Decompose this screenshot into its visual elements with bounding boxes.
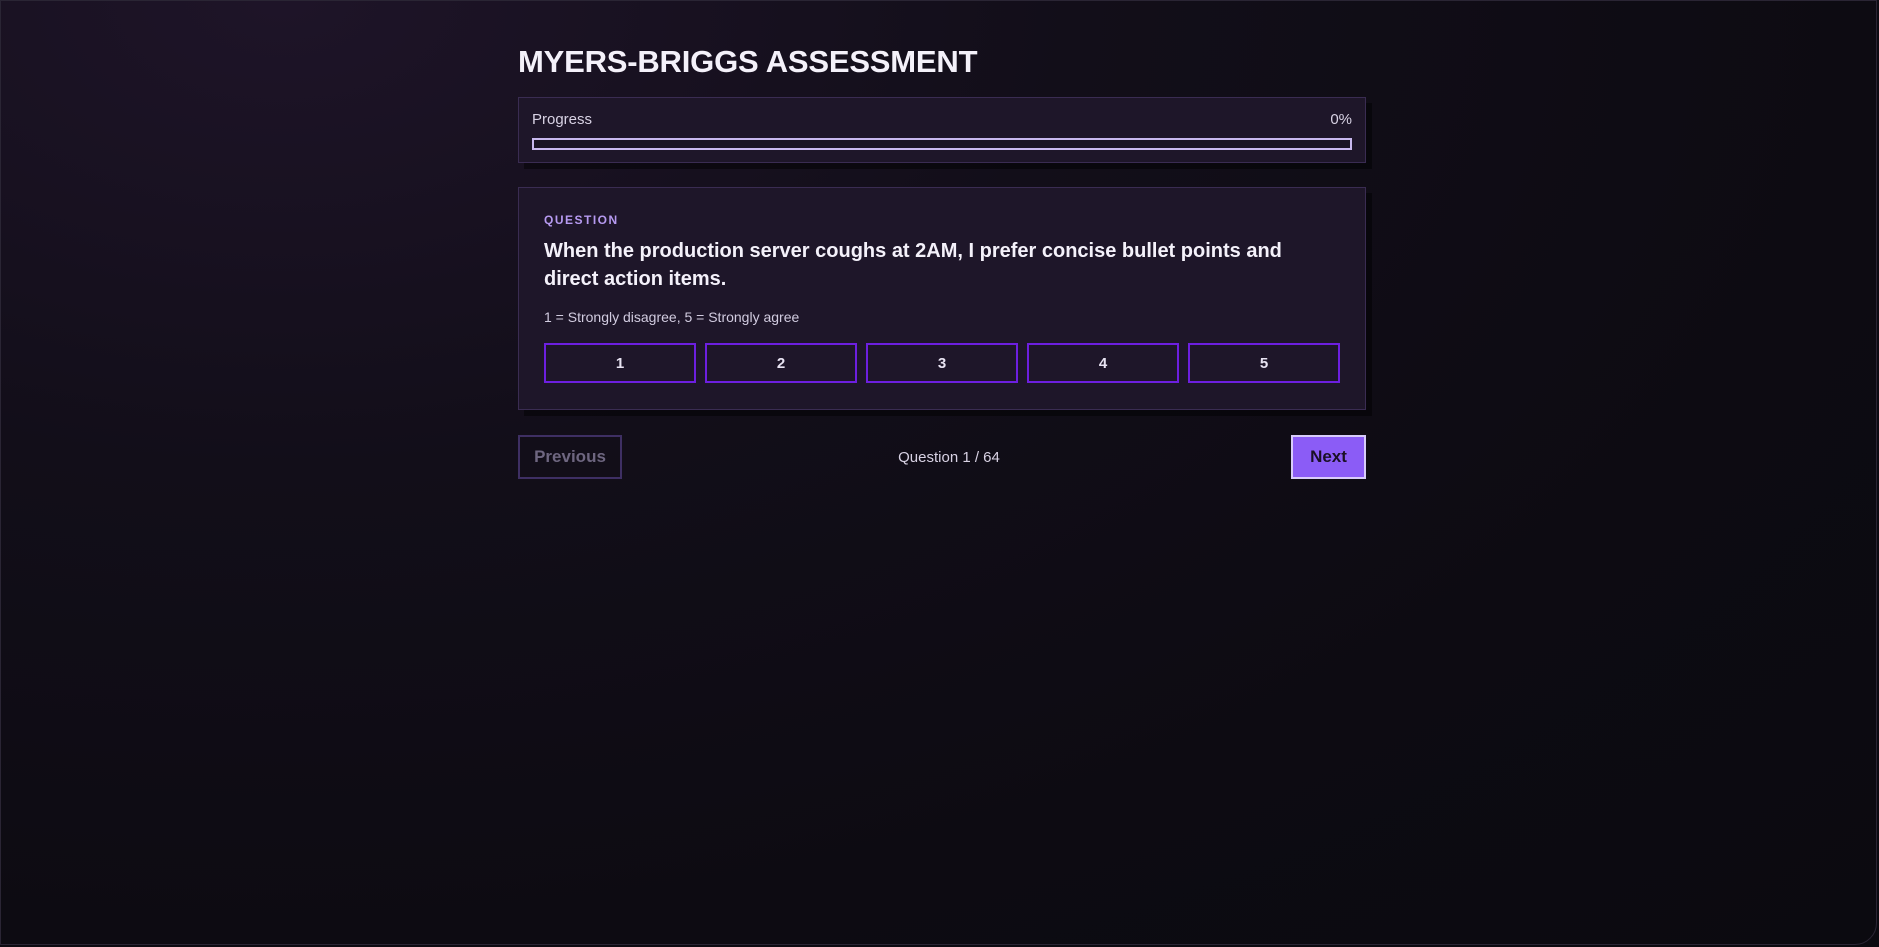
assessment-container: MYERS-BRIGGS ASSESSMENT Progress 0% QUES… <box>518 40 1366 479</box>
next-button[interactable]: Next <box>1291 435 1366 479</box>
question-card: QUESTION When the production server coug… <box>518 187 1366 410</box>
progress-percent: 0% <box>1330 111 1352 128</box>
answer-option-5[interactable]: 5 <box>1188 343 1340 383</box>
page-title: MYERS-BRIGGS ASSESSMENT <box>518 44 978 79</box>
answer-option-3[interactable]: 3 <box>866 343 1018 383</box>
progress-bar <box>532 138 1352 150</box>
progress-header: Progress 0% <box>532 112 1352 128</box>
previous-button[interactable]: Previous <box>518 435 622 479</box>
answer-option-2[interactable]: 2 <box>705 343 857 383</box>
scale-hint: 1 = Strongly disagree, 5 = Strongly agre… <box>544 309 800 325</box>
question-navigation: Previous Question 1 / 64 Next <box>518 435 1366 479</box>
question-section-label: QUESTION <box>544 213 619 227</box>
answer-option-1[interactable]: 1 <box>544 343 696 383</box>
answer-option-4[interactable]: 4 <box>1027 343 1179 383</box>
progress-card: Progress 0% <box>518 97 1366 163</box>
question-text: When the production server coughs at 2AM… <box>544 240 1282 290</box>
answer-options: 1 2 3 4 5 <box>544 343 1340 383</box>
question-counter: Question 1 / 64 <box>898 448 1000 466</box>
progress-label: Progress <box>532 111 593 128</box>
